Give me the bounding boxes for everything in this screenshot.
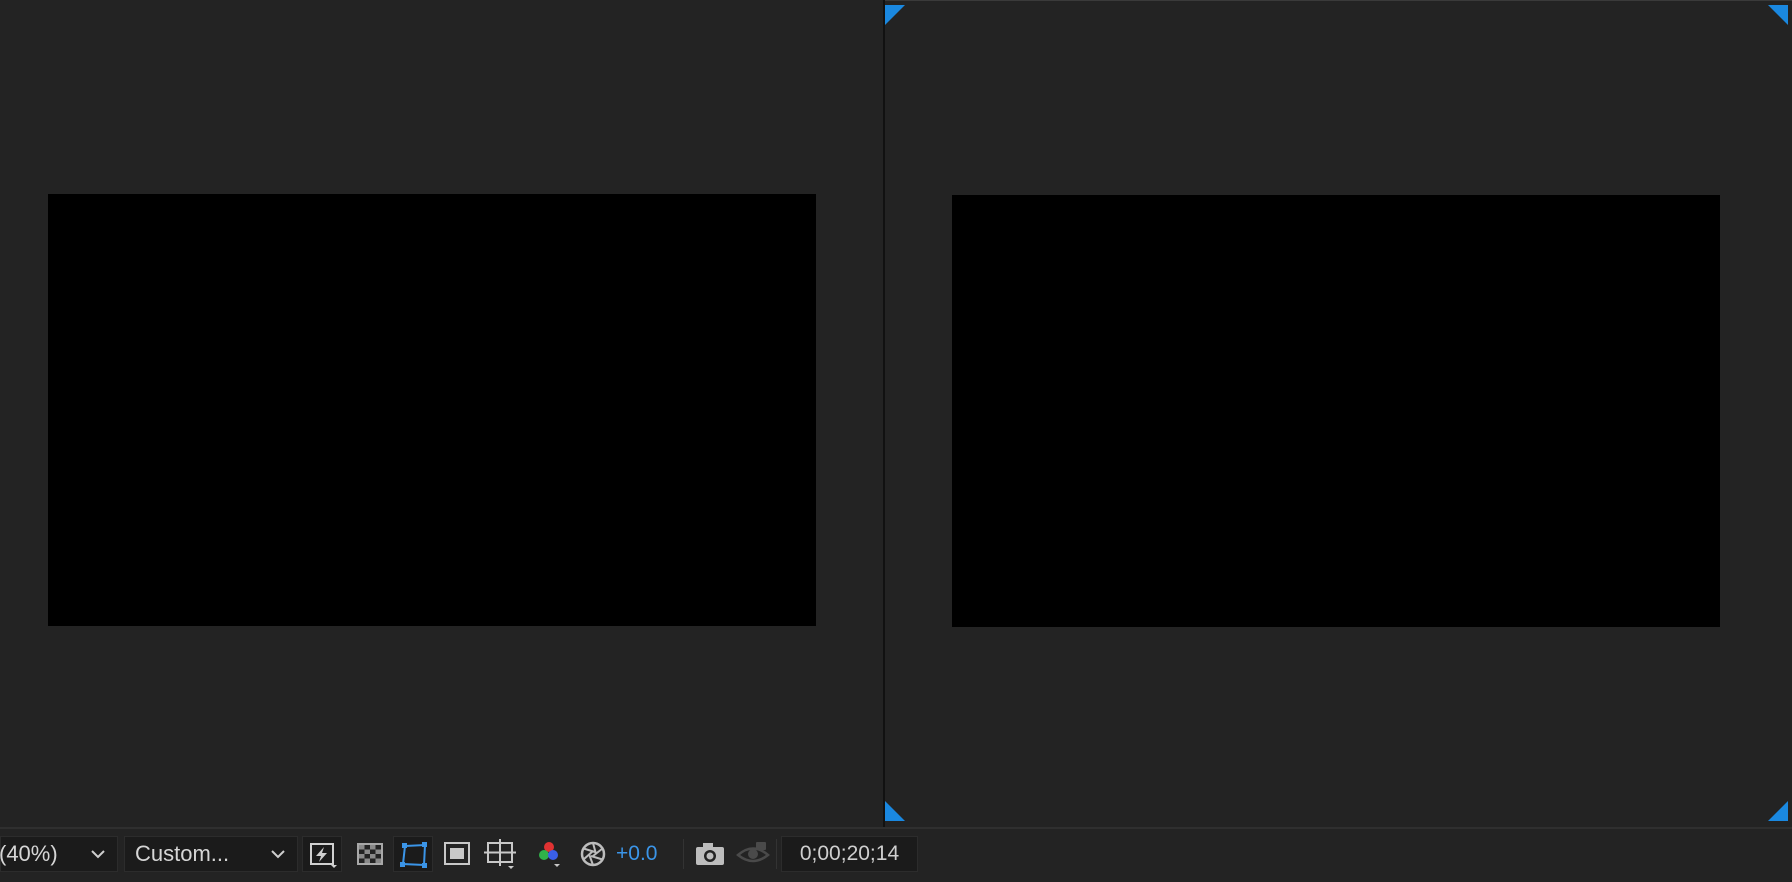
grid-guides-icon — [484, 839, 516, 869]
exposure-reset-icon — [580, 841, 606, 867]
left-composition-frame[interactable] — [48, 194, 816, 626]
chevron-down-icon — [91, 850, 105, 859]
active-viewer-corner-bottom-left — [885, 801, 905, 821]
active-viewer-corner-top-right — [1768, 5, 1788, 25]
resolution-dropdown[interactable]: Custom... — [124, 836, 298, 872]
current-time-display[interactable]: 0;00;20;14 — [781, 836, 918, 872]
take-snapshot-button[interactable] — [690, 836, 730, 872]
right-composition-viewer[interactable] — [885, 0, 1792, 827]
fast-previews-button[interactable] — [302, 836, 342, 872]
resolution-value: Custom... — [135, 841, 230, 866]
right-composition-frame[interactable] — [952, 195, 1720, 627]
mask-path-visibility-button[interactable] — [393, 836, 433, 872]
grid-guides-button[interactable] — [481, 836, 521, 872]
active-viewer-corner-bottom-right — [1768, 801, 1788, 821]
camera-icon — [696, 843, 724, 865]
show-snapshot-button[interactable] — [733, 836, 773, 872]
toolbar-separator — [776, 839, 777, 869]
color-channels-button[interactable] — [529, 836, 569, 872]
region-of-interest-button[interactable] — [437, 836, 477, 872]
active-viewer-corner-top-left — [885, 5, 905, 25]
exposure-value[interactable]: +0.0 — [616, 836, 657, 872]
magnification-value: (40%) — [0, 841, 58, 866]
magnification-dropdown[interactable]: (40%) — [0, 836, 118, 872]
reset-exposure-button[interactable] — [573, 836, 613, 872]
fast-previews-icon — [310, 843, 337, 868]
chevron-down-icon — [271, 850, 285, 859]
show-snapshot-icon — [736, 842, 770, 863]
composition-viewer-area: (40%) Custom... +0.0 0;00;20;14 — [0, 0, 1792, 882]
toolbar-separator — [683, 839, 684, 869]
color-channels-icon — [539, 842, 560, 867]
transparency-grid-icon — [357, 843, 383, 865]
region-of-interest-icon — [444, 842, 470, 865]
left-composition-viewer[interactable] — [0, 0, 883, 827]
viewer-toolbar: (40%) Custom... +0.0 0;00;20;14 — [0, 827, 1792, 882]
transparency-grid-button[interactable] — [350, 836, 390, 872]
mask-path-visibility-icon — [400, 842, 427, 868]
